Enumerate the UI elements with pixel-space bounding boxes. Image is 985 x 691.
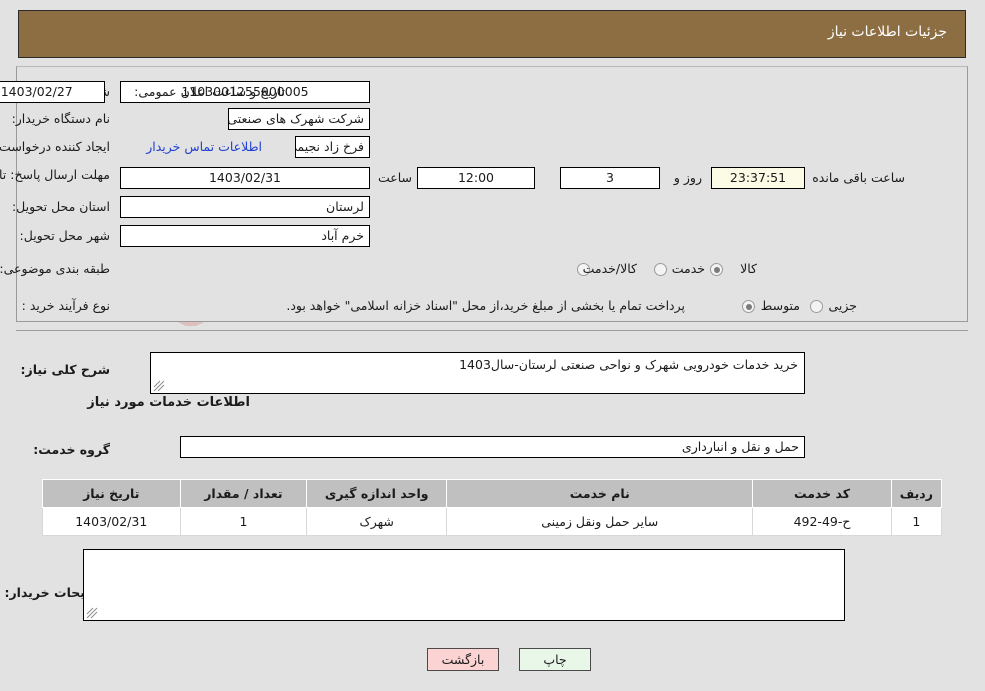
radio-category-kala-khedmat-label: کالا/خدمت [582, 261, 637, 276]
radio-process-motavaset[interactable] [742, 300, 755, 313]
treasury-note: پرداخت تمام یا بخشی از مبلغ خرید،از محل … [286, 298, 685, 313]
cell-service-code: ح-49-492 [752, 507, 892, 536]
cell-service-name: سایر حمل ونقل زمینی [446, 507, 754, 536]
radio-category-kala-label: کالا [740, 261, 757, 276]
page-root: ArtaTender.net جزئیات اطلاعات نیاز شماره… [0, 0, 985, 691]
cell-need-date: 1403/02/31 [42, 507, 181, 536]
cell-unit: شهرک [306, 507, 448, 536]
days-remaining-value: 3 [560, 167, 660, 189]
col-service-code: کد خدمت [752, 479, 892, 508]
description-value: خرید خدمات خودرویی شهرک و نواحی صنعتی لر… [459, 357, 798, 372]
hour-label: ساعت [377, 170, 412, 185]
announce-datetime-label: تاریخ و ساعت اعلان عمومی: [134, 84, 285, 99]
services-section-heading: اطلاعات خدمات مورد نیاز [87, 395, 250, 410]
radio-process-jozii-label: جزیی [828, 298, 857, 313]
category-label: طبقه بندی موضوعی: [0, 261, 110, 276]
buyer-comments-textarea[interactable] [83, 549, 845, 621]
radio-process-motavaset-label: متوسط [760, 298, 800, 313]
deadline-date-value: 1403/02/31 [120, 167, 370, 189]
radio-category-khedmat[interactable] [654, 263, 667, 276]
province-value: لرستان [120, 196, 370, 218]
requester-label: ایجاد کننده درخواست: [0, 139, 110, 154]
col-unit: واحد اندازه گیری [306, 479, 448, 508]
cell-quantity: 1 [179, 507, 308, 536]
resize-grip-icon [153, 380, 165, 392]
buyer-org-label: نام دستگاه خریدار: [11, 111, 110, 126]
service-group-value: حمل و نقل و انبارداری [180, 436, 805, 458]
requester-value: فرخ زاد نجیمی کاربرداز شرکت شهرک های صنع… [295, 136, 370, 158]
services-table: ردیف کد خدمت نام خدمت واحد اندازه گیری ت… [42, 479, 943, 536]
deadline-label: مهلت ارسال پاسخ: تا تاریخ: [0, 167, 110, 182]
city-label: شهر محل تحویل: [19, 228, 110, 243]
days-word-label: روز و [673, 170, 702, 185]
page-header-bar: جزئیات اطلاعات نیاز [18, 10, 966, 58]
remaining-suffix-label: ساعت باقی مانده [812, 170, 905, 185]
buyer-org-value: شرکت شهرک های صنعتی استان لرستان [228, 108, 370, 130]
back-button[interactable]: بازگشت [427, 648, 499, 671]
page-title: جزئیات اطلاعات نیاز [827, 24, 947, 40]
buyer-contact-link[interactable]: اطلاعات تماس خریدار [146, 139, 262, 154]
countdown-timer-value: 23:37:51 [711, 167, 805, 189]
cell-row: 1 [890, 507, 943, 536]
table-header-row: ردیف کد خدمت نام خدمت واحد اندازه گیری ت… [42, 479, 943, 508]
need-info-panel [16, 66, 968, 322]
announce-datetime-value: 1403/02/27 - 11:38 [0, 81, 105, 103]
province-label: استان محل تحویل: [11, 199, 110, 214]
description-label: شرح کلی نیاز: [20, 362, 110, 377]
table-row: 1 ح-49-492 سایر حمل ونقل زمینی شهرک 1 14… [42, 507, 943, 536]
col-row: ردیف [890, 479, 943, 508]
deadline-time-value: 12:00 [417, 167, 535, 189]
radio-process-jozii[interactable] [810, 300, 823, 313]
print-button[interactable]: چاپ [519, 648, 591, 671]
radio-category-khedmat-label: خدمت [671, 261, 705, 276]
col-service-name: نام خدمت [446, 479, 754, 508]
resize-grip-icon [86, 607, 98, 619]
radio-category-kala[interactable] [710, 263, 723, 276]
description-textarea[interactable]: خرید خدمات خودرویی شهرک و نواحی صنعتی لر… [150, 352, 805, 394]
city-value: خرم آباد [120, 225, 370, 247]
col-quantity: تعداد / مقدار [179, 479, 308, 508]
process-type-label: نوع فرآیند خرید : [21, 298, 110, 313]
service-group-label: گروه خدمت: [33, 442, 110, 457]
col-need-date: تاریخ نیاز [42, 479, 181, 508]
